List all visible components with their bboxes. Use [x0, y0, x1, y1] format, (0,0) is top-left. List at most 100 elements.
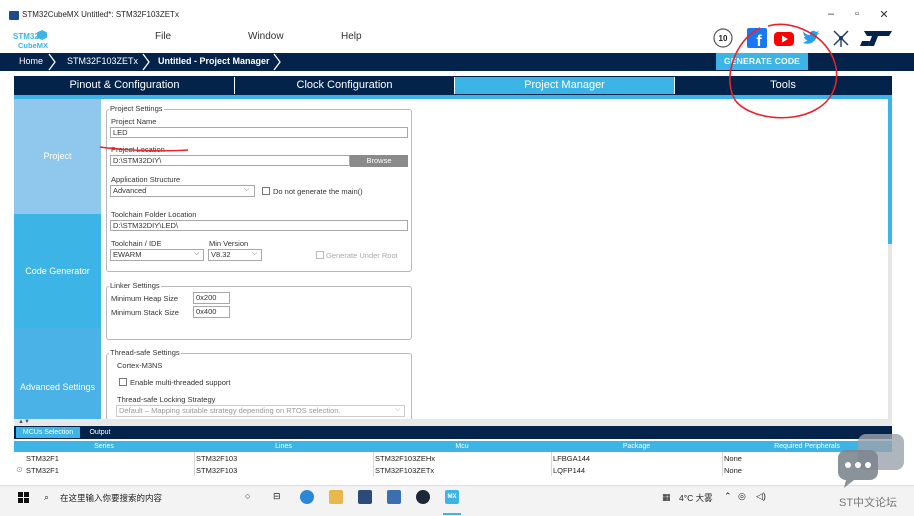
app-icon-blue[interactable]: [358, 490, 372, 504]
min-version-value: V8.32: [211, 250, 231, 259]
min-stack-size-label: Minimum Stack Size: [111, 308, 179, 317]
chevron-up-icon[interactable]: ⌃: [724, 491, 732, 502]
close-button[interactable]: ✕: [876, 8, 892, 21]
breadcrumb-chevron-icon: [48, 53, 56, 71]
browse-button[interactable]: Browse: [350, 155, 408, 167]
breadcrumb-mcu[interactable]: STM32F103ZETx: [67, 56, 138, 66]
tab-mcus-selection[interactable]: MCUs Selection: [16, 427, 80, 438]
menu-window[interactable]: Window: [248, 31, 284, 42]
network-share-icon[interactable]: [830, 27, 852, 49]
project-settings-legend: Project Settings: [109, 104, 164, 113]
column-header-lines[interactable]: Lines: [194, 441, 373, 452]
cell-package: LQFP144: [553, 466, 586, 475]
min-heap-size-input[interactable]: 0x200: [193, 292, 230, 304]
app-icon: [9, 11, 19, 20]
breadcrumb-home[interactable]: Home: [19, 56, 43, 66]
anniversary-badge-icon[interactable]: 10: [712, 27, 734, 49]
linker-settings-legend: Linker Settings: [109, 281, 161, 290]
weather-text[interactable]: 4°C 大雾: [679, 492, 713, 504]
breadcrumb-chevron-icon: [273, 53, 281, 71]
generate-code-button[interactable]: GENERATE CODE: [716, 53, 808, 70]
cubemx-taskbar-icon[interactable]: MX: [445, 490, 459, 504]
network-icon[interactable]: ◎: [738, 491, 746, 502]
breadcrumb-current[interactable]: Untitled - Project Manager: [158, 56, 270, 66]
file-explorer-icon[interactable]: [329, 490, 343, 504]
toolchain-folder-label: Toolchain Folder Location: [111, 210, 197, 219]
collapse-arrows-icon[interactable]: ▲▼: [18, 419, 30, 425]
taskbar-search-input[interactable]: 在这里输入你要搜索的内容: [60, 492, 162, 504]
column-header-package[interactable]: Package: [551, 441, 722, 452]
multi-threaded-checkbox[interactable]: [119, 378, 127, 386]
cell-mcu: STM32F103ZEHx: [375, 454, 436, 463]
table-row[interactable]: [14, 452, 892, 464]
stm32cubemx-logo: STM32 CubeMX: [12, 28, 54, 50]
application-structure-value: Advanced: [113, 186, 147, 195]
sidebar-item-label: Project: [43, 151, 72, 161]
menu-help[interactable]: Help: [341, 31, 362, 42]
tab-pinout-configuration[interactable]: Pinout & Configuration: [15, 77, 234, 94]
locking-strategy-select[interactable]: Default – Mapping suitable strategy depe…: [116, 405, 405, 417]
project-location-label: Project Location: [111, 145, 165, 154]
cell-lines: STM32F103: [196, 454, 238, 463]
toolchain-ide-select[interactable]: EWARM: [110, 249, 204, 261]
tab-clock-configuration[interactable]: Clock Configuration: [235, 77, 454, 94]
cell-lines: STM32F103: [196, 466, 238, 475]
logo-line2: CubeMX: [18, 41, 48, 50]
search-icon[interactable]: ⌕: [44, 492, 49, 503]
twitter-icon[interactable]: [800, 27, 822, 49]
app-icon-box[interactable]: [387, 490, 401, 504]
task-view-icon[interactable]: ⊟: [273, 491, 281, 502]
application-structure-select[interactable]: Advanced: [110, 185, 255, 197]
generate-under-root-checkbox[interactable]: [316, 251, 324, 259]
tab-output[interactable]: Output: [84, 427, 116, 438]
multi-threaded-label: Enable multi-threaded support: [130, 378, 231, 387]
toolchain-ide-value: EWARM: [113, 250, 142, 259]
cortana-icon[interactable]: ○: [245, 491, 250, 501]
project-name-label: Project Name: [111, 117, 157, 126]
facebook-icon[interactable]: f: [746, 27, 768, 50]
vertical-scrollbar-thumb[interactable]: [888, 99, 892, 244]
tab-tools[interactable]: Tools: [675, 77, 891, 94]
youtube-icon[interactable]: [773, 27, 795, 49]
sidebar-item-code-generator[interactable]: Code Generator: [14, 214, 101, 328]
steam-icon[interactable]: [416, 490, 430, 504]
st-logo-icon[interactable]: [858, 27, 896, 49]
cell-series: STM32F1: [26, 466, 59, 475]
sidebar-item-project[interactable]: Project: [14, 99, 101, 214]
do-not-generate-main-checkbox[interactable]: [262, 187, 270, 195]
sidebar-item-label: Advanced Settings: [19, 382, 96, 392]
column-header-mcu[interactable]: Mcu: [373, 441, 551, 452]
project-location-input[interactable]: D:\STM32DIY\: [110, 155, 350, 166]
weather-icon[interactable]: ▦: [662, 492, 671, 503]
cell-package: LFBGA144: [553, 454, 591, 463]
forum-watermark: ST中文论坛: [839, 497, 898, 509]
splitter[interactable]: [14, 419, 892, 426]
chevron-down-icon: ⌵: [244, 186, 250, 193]
table-row-selected[interactable]: [14, 464, 892, 476]
active-app-indicator: [443, 513, 461, 515]
project-name-input[interactable]: LED: [110, 127, 408, 138]
windows-start-icon[interactable]: [18, 492, 29, 505]
breadcrumb-chevron-icon: [142, 53, 150, 71]
toolchain-ide-label: Toolchain / IDE: [111, 239, 162, 248]
column-header-series[interactable]: Series: [14, 441, 194, 452]
min-stack-size-input[interactable]: 0x400: [193, 306, 230, 318]
cell-series: STM32F1: [26, 454, 59, 463]
chevron-down-icon: ⌵: [395, 406, 401, 413]
min-heap-size-label: Minimum Heap Size: [111, 294, 179, 303]
chevron-down-icon: ⌵: [252, 250, 258, 257]
volume-icon[interactable]: ◁): [756, 491, 766, 502]
window-title: STM32CubeMX Untitled*: STM32F103ZETx: [22, 10, 179, 19]
cell-mcu: STM32F103ZETx: [375, 466, 435, 475]
locking-strategy-label: Thread-safe Locking Strategy: [117, 395, 216, 404]
selected-check-icon: ⊙: [16, 465, 23, 474]
forum-chat-icon: [836, 434, 906, 492]
generate-under-root-label: Generate Under Root: [326, 251, 398, 260]
sidebar-item-advanced-settings[interactable]: Advanced Settings: [14, 328, 101, 419]
toolchain-folder-input[interactable]: D:\STM32DIY\LED\: [110, 220, 408, 231]
menu-file[interactable]: File: [155, 31, 171, 42]
minimize-button[interactable]: –: [823, 8, 839, 20]
maximize-button[interactable]: ▫: [849, 8, 865, 20]
edge-icon[interactable]: [300, 490, 314, 504]
tab-project-manager[interactable]: Project Manager: [455, 77, 674, 94]
